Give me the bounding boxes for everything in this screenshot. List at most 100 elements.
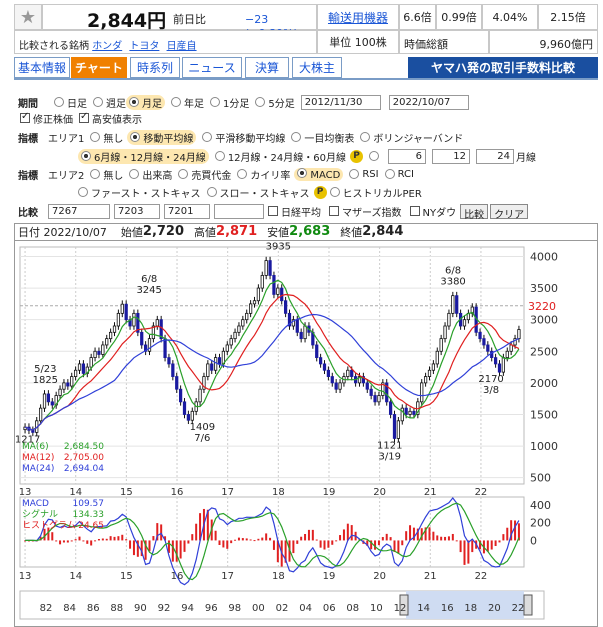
tab-basic-info[interactable]: 基本情報 <box>14 57 70 78</box>
tab-news[interactable]: ニュース <box>182 57 242 78</box>
histogram-bar <box>222 540 225 548</box>
candle <box>70 376 74 387</box>
histogram-bar <box>405 531 408 541</box>
chart-svg[interactable]: 400035003000250020001500100050032205/231… <box>14 241 598 627</box>
candle <box>493 357 498 365</box>
macd-option[interactable]: MACD <box>294 167 344 181</box>
histogram-bar <box>389 537 392 541</box>
histogram-bar <box>428 527 431 541</box>
candle <box>252 300 257 305</box>
radio-1min[interactable] <box>210 97 220 107</box>
overview-tick-label: 14 <box>417 603 430 614</box>
1min-label: 1分足 <box>223 98 250 110</box>
radio-turnover[interactable] <box>178 169 189 179</box>
sector-link[interactable]: 輸送用機器 <box>317 4 399 30</box>
radio-5min[interactable] <box>255 97 266 107</box>
radio-fast-stoch[interactable] <box>78 187 88 197</box>
x-tick-label: 17 <box>221 487 234 498</box>
mothers-checkbox[interactable] <box>329 206 339 216</box>
histogram-bar <box>51 532 54 541</box>
tab-timeseries[interactable]: 時系列 <box>130 57 180 78</box>
histogram-bar <box>94 540 97 542</box>
radio-ma-custom[interactable] <box>369 151 379 161</box>
compare-code-3[interactable]: 7201 <box>164 203 210 219</box>
candle <box>369 388 373 396</box>
candle <box>116 312 121 327</box>
overview-tick-label: 02 <box>276 603 289 614</box>
histogram-bar <box>377 540 380 546</box>
radio-weekly[interactable] <box>93 97 103 107</box>
5min-label: 5分足 <box>268 98 295 110</box>
radio-slow-stoch[interactable] <box>206 187 217 197</box>
date-to-input[interactable]: 2022/10/07 <box>388 94 469 110</box>
nikkei-checkbox[interactable] <box>268 206 278 216</box>
y-tick-label: 4000 <box>530 250 558 263</box>
radio-ma[interactable] <box>130 131 141 142</box>
histogram-bar <box>272 540 275 550</box>
candle <box>89 357 93 368</box>
compare-link-toyota[interactable]: トヨタ <box>129 41 159 52</box>
radio-monthly[interactable] <box>129 96 139 107</box>
radio-yearly[interactable] <box>171 97 181 107</box>
radio-smooth-ma[interactable] <box>202 132 213 142</box>
histogram-bar <box>315 539 318 541</box>
ma-opt1[interactable]: 6月線・12月線・24月線 <box>78 148 209 164</box>
y-tick-label: 2500 <box>530 345 558 358</box>
ma-custom-2[interactable]: 12 <box>432 148 470 164</box>
candle <box>241 319 245 327</box>
histogram-bar <box>132 540 135 556</box>
radio-bollinger[interactable] <box>360 132 371 142</box>
monthly-option[interactable]: 月足 <box>126 94 165 110</box>
histogram-bar <box>451 533 454 541</box>
star-icon[interactable]: ★ <box>14 4 42 30</box>
clear-button[interactable]: クリア <box>490 203 529 221</box>
radio-rsi[interactable] <box>349 169 360 179</box>
radio-daily[interactable] <box>54 97 64 107</box>
y-tick-label: 3000 <box>530 314 558 327</box>
tab-earnings[interactable]: 決算 <box>245 57 289 78</box>
compare-code-4[interactable] <box>214 203 264 219</box>
radio-ma-6-12-24[interactable] <box>81 150 91 161</box>
histogram-bar <box>195 523 198 541</box>
tab-shareholders[interactable]: 大株主 <box>292 57 342 78</box>
ohlc-bar: 日付 2022/10/07 始値 2,720 高値 2,871 安値 2,683 終値… <box>14 223 598 241</box>
compare-link-nissan[interactable]: 日産自 <box>167 41 197 52</box>
ma-custom-3[interactable]: 24 <box>476 148 514 164</box>
radio-area2-none[interactable] <box>90 169 101 179</box>
nydow-checkbox[interactable] <box>409 206 420 216</box>
high-low-checkbox[interactable] <box>79 111 89 123</box>
histogram-bar <box>90 540 93 546</box>
candle <box>365 382 369 390</box>
histogram-bar <box>494 540 497 547</box>
histogram-bar <box>292 540 295 554</box>
change-label: 前日比 <box>173 13 206 26</box>
overview-tick-label: 94 <box>181 603 194 614</box>
date-from-input[interactable]: 2012/11/30 <box>300 94 381 110</box>
radio-volume[interactable] <box>129 169 140 179</box>
ma-option[interactable]: 移動平均線 <box>127 129 197 145</box>
radio-area1-none[interactable] <box>90 132 101 142</box>
candle <box>505 350 509 358</box>
compare-code-2[interactable]: 7203 <box>114 203 160 219</box>
compare-link-honda[interactable]: ホンダ <box>92 41 122 52</box>
macd-x-tick-label: 13 <box>19 571 32 582</box>
radio-ichimoku[interactable] <box>291 132 302 142</box>
high-label: 高値 <box>194 225 217 239</box>
radio-rci[interactable] <box>384 169 395 179</box>
histogram-bar <box>175 540 178 562</box>
commission-compare-banner[interactable]: ヤマハ発の取引手数料比較 <box>408 57 598 78</box>
ma-custom-1[interactable]: 6 <box>388 148 426 164</box>
price-annotation: 1825 <box>33 375 58 386</box>
radio-ma-12-24-60[interactable] <box>214 151 225 161</box>
compare-button[interactable]: 比較 <box>460 203 489 221</box>
histogram-bar <box>121 534 124 541</box>
histogram-bar <box>327 540 330 548</box>
radio-divergence[interactable] <box>237 169 248 179</box>
compare-code-1[interactable]: 7267 <box>48 203 110 219</box>
adjusted-price-checkbox[interactable] <box>20 111 30 123</box>
smooth-ma-label: 平滑移動平均線 <box>215 133 286 145</box>
tab-chart[interactable]: チャート <box>71 57 127 78</box>
macd-x-tick-label: 19 <box>323 571 336 582</box>
radio-macd[interactable] <box>297 167 308 178</box>
radio-hist-per[interactable] <box>329 187 340 197</box>
